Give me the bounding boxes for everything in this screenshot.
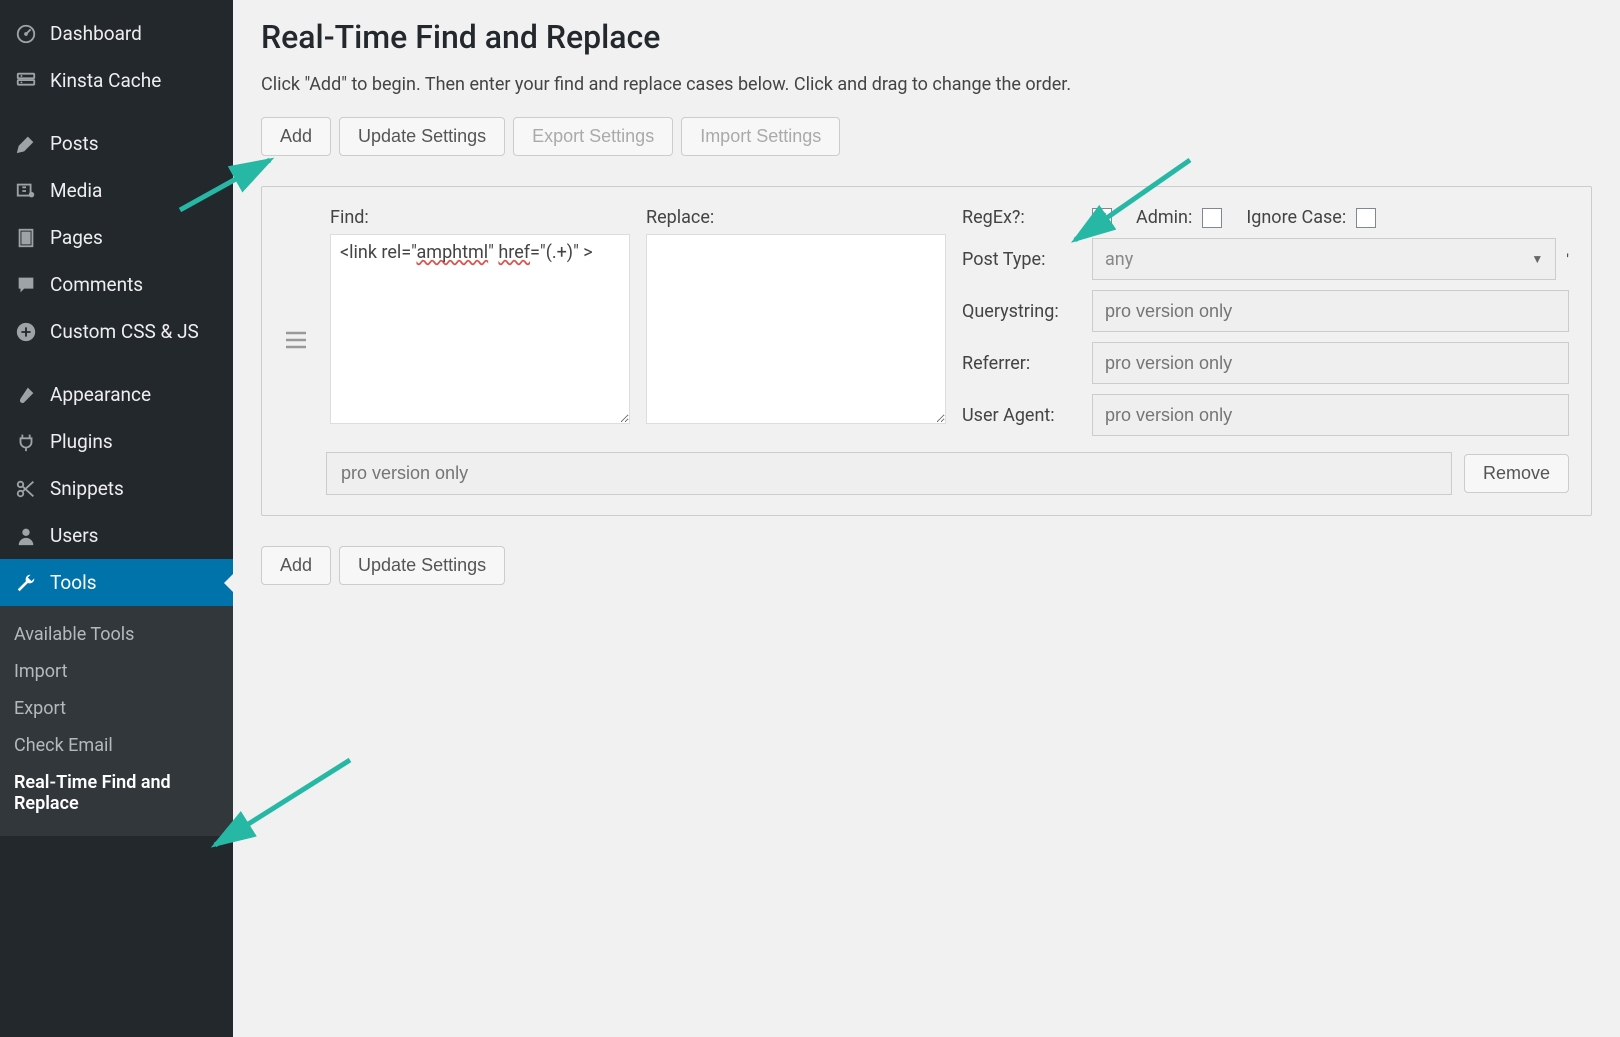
referrer-label: Referrer: — [962, 353, 1082, 374]
admin-checkbox[interactable] — [1202, 208, 1222, 228]
find-column: Find: <link rel="amphtml" href="(.+)" > — [330, 207, 630, 428]
sidebar-item-plugins[interactable]: Plugins — [0, 418, 233, 465]
post-type-value: any — [1105, 249, 1133, 270]
sidebar-item-label: Pages — [50, 226, 103, 249]
sidebar-item-snippets[interactable]: Snippets — [0, 465, 233, 512]
sidebar-item-label: Plugins — [50, 430, 113, 453]
chevron-down-icon: ▼ — [1531, 252, 1543, 266]
sidebar-item-label: Appearance — [50, 383, 151, 406]
top-button-row: Add Update Settings Export Settings Impo… — [261, 117, 1592, 156]
sub-item-find-replace[interactable]: Real-Time Find and Replace — [0, 764, 233, 822]
replace-label: Replace: — [646, 207, 946, 228]
dashboard-icon — [14, 23, 38, 45]
admin-label: Admin: — [1136, 207, 1192, 228]
regex-label: RegEx?: — [962, 207, 1082, 228]
user-agent-label: User Agent: — [962, 405, 1082, 426]
sub-item-import[interactable]: Import — [0, 653, 233, 690]
remove-button[interactable]: Remove — [1464, 454, 1569, 493]
sub-item-export[interactable]: Export — [0, 690, 233, 727]
sidebar-item-label: Media — [50, 179, 102, 202]
page-title: Real-Time Find and Replace — [261, 18, 1592, 56]
bottom-button-row: Add Update Settings — [261, 546, 1592, 585]
wrench-icon — [14, 572, 38, 594]
user-icon — [14, 525, 38, 547]
sidebar-item-label: Kinsta Cache — [50, 69, 161, 92]
import-settings-button: Import Settings — [681, 117, 840, 156]
comment-icon — [14, 274, 38, 296]
sidebar-item-comments[interactable]: Comments — [0, 261, 233, 308]
post-type-select[interactable]: any ▼ — [1092, 238, 1556, 280]
sidebar-item-label: Custom CSS & JS — [50, 320, 199, 343]
post-type-label: Post Type: — [962, 249, 1082, 270]
sidebar-item-label: Tools — [50, 571, 97, 594]
sidebar-item-media[interactable]: Media — [0, 167, 233, 214]
plus-circle-icon — [14, 321, 38, 343]
brush-icon — [14, 384, 38, 406]
ignore-case-label: Ignore Case: — [1246, 207, 1346, 228]
pin-icon — [14, 133, 38, 155]
replace-textarea[interactable] — [646, 234, 946, 424]
sidebar-item-kinsta-cache[interactable]: Kinsta Cache — [0, 57, 233, 104]
plug-icon — [14, 431, 38, 453]
sidebar-item-posts[interactable]: Posts — [0, 120, 233, 167]
sidebar-item-custom-css-js[interactable]: Custom CSS & JS — [0, 308, 233, 355]
sidebar-item-label: Snippets — [50, 477, 124, 500]
drag-handle-icon[interactable] — [284, 290, 314, 354]
update-settings-button[interactable]: Update Settings — [339, 117, 505, 156]
server-icon — [14, 70, 38, 92]
sidebar-item-tools[interactable]: Tools — [0, 559, 233, 606]
add-button[interactable]: Add — [261, 117, 331, 156]
page-icon — [14, 227, 38, 249]
rule-panel: Find: <link rel="amphtml" href="(.+)" > … — [261, 186, 1592, 516]
sidebar-item-label: Users — [50, 524, 98, 547]
add-button-bottom[interactable]: Add — [261, 546, 331, 585]
find-textarea[interactable] — [330, 234, 630, 424]
page-instructions: Click "Add" to begin. Then enter your fi… — [261, 74, 1592, 95]
options-column: RegEx?: ✓ Admin: Ignore Case: Post Type:… — [962, 207, 1569, 436]
regex-checkbox[interactable]: ✓ — [1092, 208, 1112, 228]
bottom-pro-input — [326, 452, 1452, 495]
sub-item-check-email[interactable]: Check Email — [0, 727, 233, 764]
querystring-input — [1092, 290, 1569, 332]
update-settings-button-bottom[interactable]: Update Settings — [339, 546, 505, 585]
sidebar-item-appearance[interactable]: Appearance — [0, 371, 233, 418]
referrer-input — [1092, 342, 1569, 384]
replace-column: Replace: — [646, 207, 946, 428]
tools-submenu: Available Tools Import Export Check Emai… — [0, 606, 233, 836]
find-label: Find: — [330, 207, 630, 228]
sidebar-item-pages[interactable]: Pages — [0, 214, 233, 261]
sidebar-item-label: Comments — [50, 273, 143, 296]
ignore-case-checkbox[interactable] — [1356, 208, 1376, 228]
admin-sidebar: Dashboard Kinsta Cache Posts Media Pages… — [0, 0, 233, 1037]
sub-item-available-tools[interactable]: Available Tools — [0, 616, 233, 653]
media-icon — [14, 180, 38, 202]
querystring-label: Querystring: — [962, 301, 1082, 322]
sidebar-item-dashboard[interactable]: Dashboard — [0, 10, 233, 57]
user-agent-input — [1092, 394, 1569, 436]
main-content: Real-Time Find and Replace Click "Add" t… — [233, 0, 1620, 1037]
sidebar-item-users[interactable]: Users — [0, 512, 233, 559]
scissors-icon — [14, 478, 38, 500]
export-settings-button: Export Settings — [513, 117, 673, 156]
sidebar-item-label: Posts — [50, 132, 99, 155]
sidebar-item-label: Dashboard — [50, 22, 142, 45]
